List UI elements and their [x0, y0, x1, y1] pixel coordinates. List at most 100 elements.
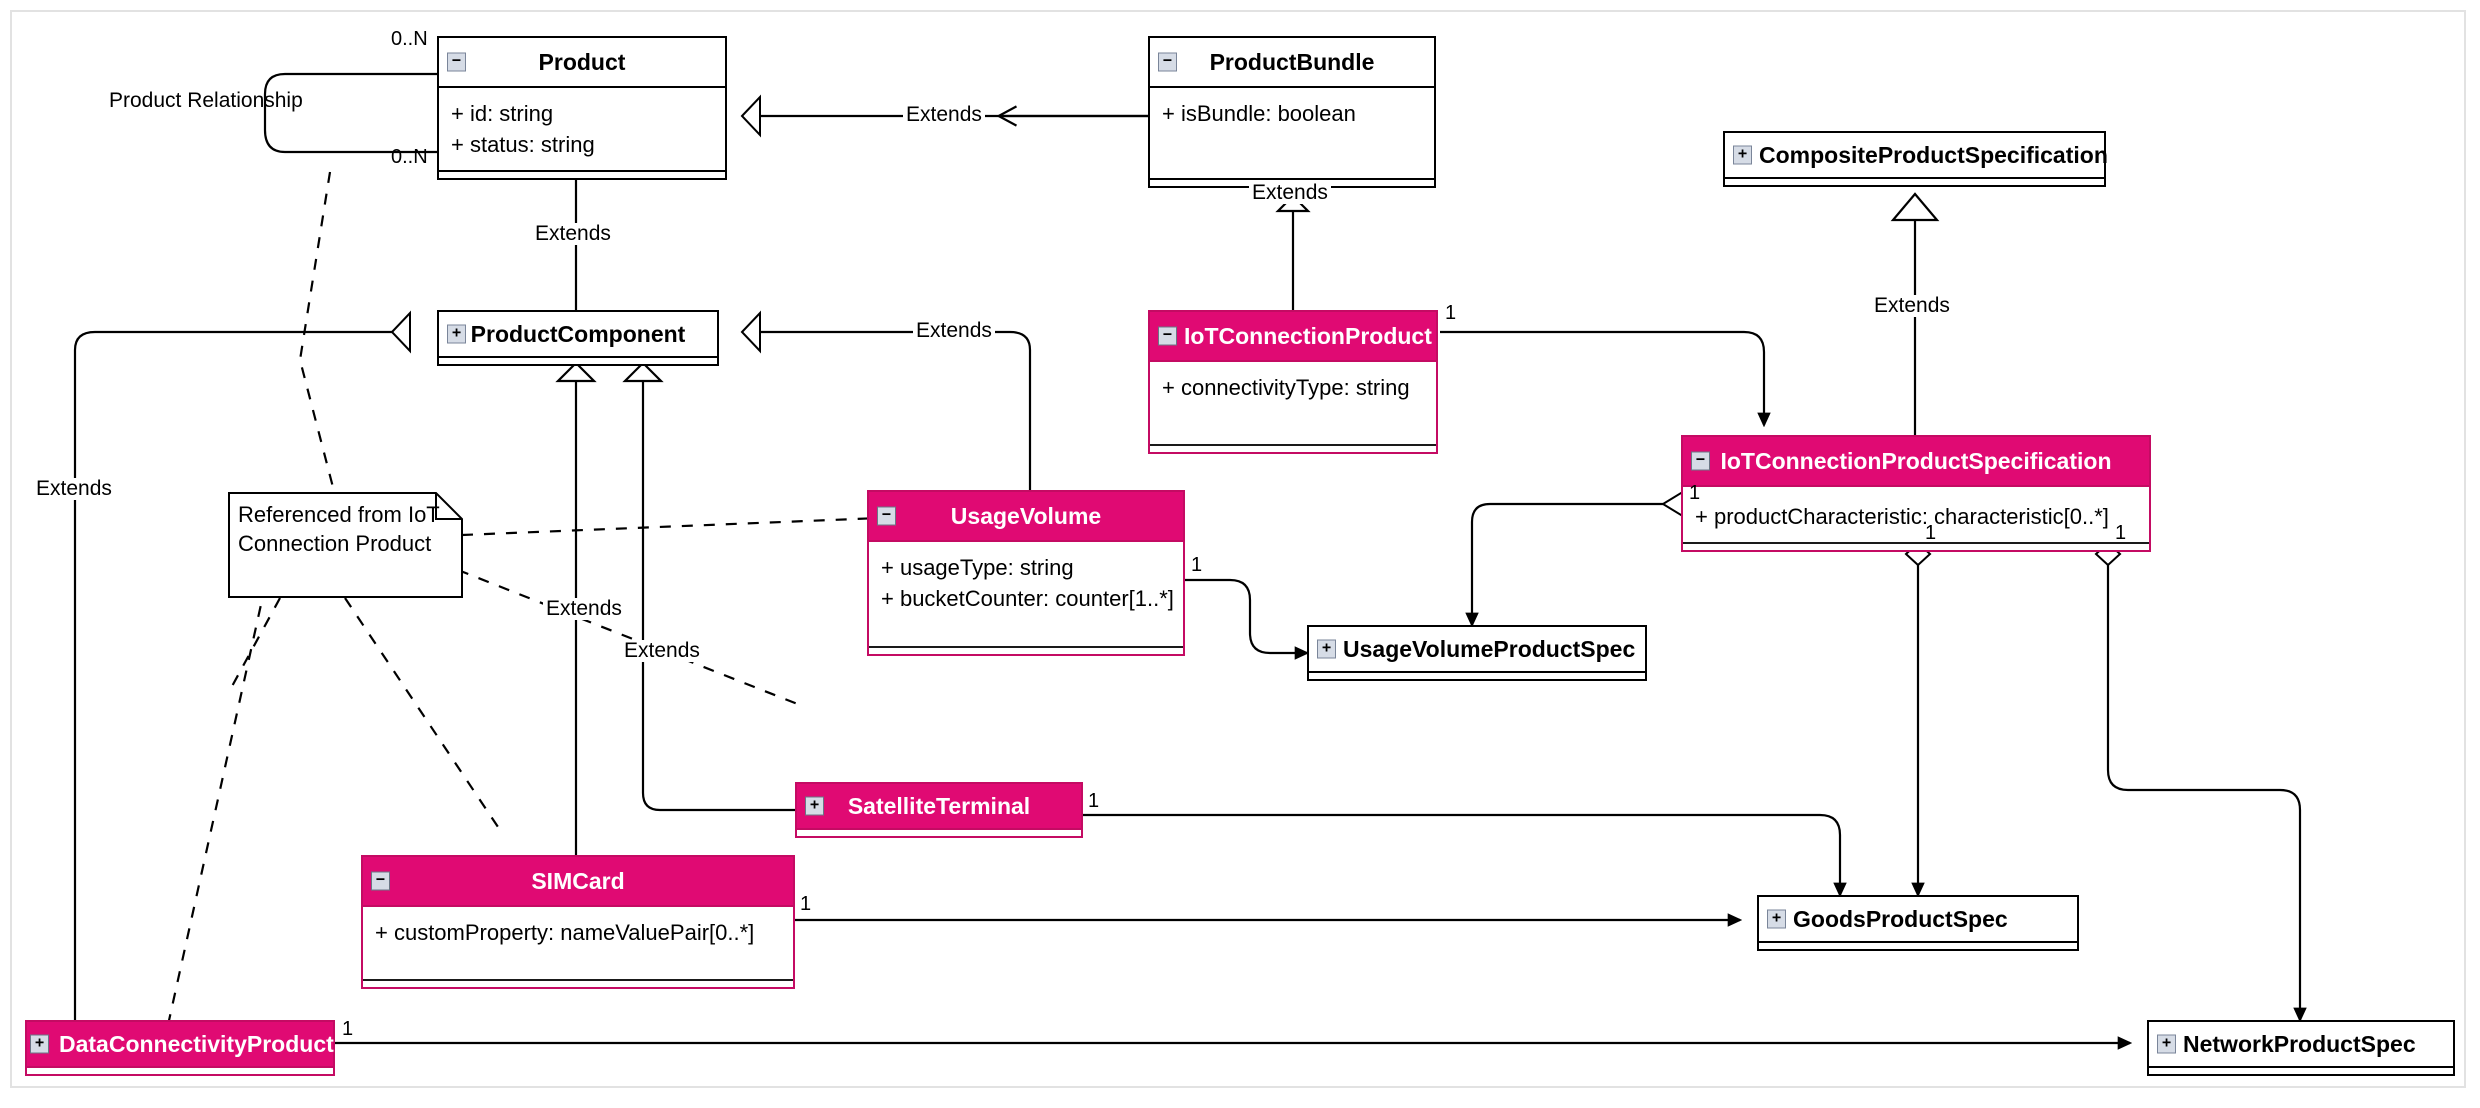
label-multiplicity-sim-card: 1 [800, 893, 812, 915]
class-footer [797, 828, 1081, 836]
class-footer [1683, 542, 2149, 550]
class-title: + DataConnectivityProduct [27, 1022, 334, 1066]
class-usage-volume-product-spec[interactable]: + UsageVolumeProductSpec [1307, 625, 1647, 681]
attribute-row: + usageType: string [881, 555, 1074, 580]
class-attributes: + isBundle: boolean [1150, 86, 1434, 178]
collapse-minus-icon[interactable]: − [1158, 326, 1177, 346]
collapse-minus-icon[interactable]: − [1691, 451, 1710, 471]
class-satellite-terminal[interactable]: + SatelliteTerminal [795, 782, 1083, 838]
label-extends-usagevolume-to-component: Extends [913, 320, 995, 342]
class-attributes: + connectivityType: string [1150, 360, 1436, 444]
label-multiplicity-data-connectivity-product: 1 [342, 1018, 354, 1040]
class-title: + CompositeProductSpecification [1725, 133, 2108, 177]
attribute-row: + status: string [451, 132, 595, 157]
class-footer [2149, 1066, 2453, 1074]
label-multiplicity-product-bottom: 0..N [391, 146, 428, 168]
note-line-1: Referenced from IoT [238, 502, 440, 527]
class-name: SatelliteTerminal [847, 793, 1031, 819]
class-title: + GoodsProductSpec [1759, 897, 2077, 941]
class-name: DataConnectivityProduct [59, 1031, 334, 1057]
expand-plus-icon[interactable]: + [1733, 145, 1752, 165]
label-extends-dataconn-to-component: Extends [33, 478, 115, 500]
label-product-relationship: Product Relationship [109, 89, 303, 112]
class-title: − ProductBundle [1150, 38, 1434, 86]
class-footer [363, 979, 793, 987]
label-extends-component-to-product: Extends [532, 223, 614, 245]
collapse-minus-icon[interactable]: − [371, 871, 390, 891]
diagram-canvas: − Product + id: string + status: string … [0, 0, 2480, 1108]
class-sim-card[interactable]: − SIMCard + customProperty: nameValuePai… [361, 855, 795, 989]
class-title: + ProductComponent [439, 312, 717, 356]
label-extends-bundle-to-product: Extends [903, 104, 985, 126]
attribute-row: + productCharacteristic: characteristic[… [1695, 504, 2109, 529]
class-footer [1309, 671, 1645, 679]
collapse-minus-icon[interactable]: − [1158, 52, 1177, 72]
label-multiplicity-iotspec-right: 1 [2115, 522, 2127, 544]
label-extends-simcard-to-component: Extends [543, 598, 625, 620]
class-usage-volume[interactable]: − UsageVolume + usageType: string + buck… [867, 490, 1185, 656]
class-product[interactable]: − Product + id: string + status: string [437, 36, 727, 180]
class-footer [869, 646, 1183, 654]
collapse-minus-icon[interactable]: − [447, 52, 466, 72]
class-attributes: + productCharacteristic: characteristic[… [1683, 485, 2149, 542]
class-name: SIMCard [531, 868, 625, 894]
class-network-product-spec[interactable]: + NetworkProductSpec [2147, 1020, 2455, 1076]
class-name: NetworkProductSpec [2183, 1031, 2416, 1057]
class-title: + NetworkProductSpec [2149, 1022, 2453, 1066]
label-multiplicity-product-top: 0..N [391, 28, 428, 50]
label-extends-satellite-to-component: Extends [621, 640, 703, 662]
label-extends-iot-to-bundle: Extends [1249, 182, 1331, 204]
class-title: − Product [439, 38, 725, 86]
class-footer [1725, 177, 2104, 185]
class-footer [1150, 444, 1436, 452]
attribute-row: + connectivityType: string [1162, 375, 1410, 400]
class-title: − IoTConnectionProduct [1150, 312, 1436, 360]
expand-plus-icon[interactable]: + [2157, 1034, 2176, 1054]
class-title: − SIMCard [363, 857, 793, 905]
class-goods-product-spec[interactable]: + GoodsProductSpec [1757, 895, 2079, 951]
attribute-row: + customProperty: nameValuePair[0..*] [375, 920, 755, 945]
class-name: UsageVolume [950, 503, 1102, 529]
note-referenced-from-iot-connection-product[interactable]: Referenced from IoT Connection Product [228, 492, 463, 598]
class-composite-product-specification[interactable]: + CompositeProductSpecification [1723, 131, 2108, 187]
class-iot-connection-product[interactable]: − IoTConnectionProduct + connectivityTyp… [1148, 310, 1438, 454]
class-name: ProductBundle [1209, 49, 1375, 75]
class-footer [439, 356, 717, 364]
expand-plus-icon[interactable]: + [1767, 909, 1786, 929]
label-multiplicity-iotspec-mid: 1 [1925, 522, 1937, 544]
expand-plus-icon[interactable]: + [30, 1034, 49, 1054]
collapse-minus-icon[interactable]: − [877, 506, 896, 526]
class-data-connectivity-product[interactable]: + DataConnectivityProduct [25, 1020, 335, 1076]
class-iot-connection-product-specification[interactable]: − IoTConnectionProductSpecification + pr… [1681, 435, 2151, 552]
expand-plus-icon[interactable]: + [447, 324, 466, 344]
class-attributes: + usageType: string + bucketCounter: cou… [869, 540, 1183, 646]
class-name: UsageVolumeProductSpec [1343, 636, 1636, 662]
label-extends-iotspec-to-composite: Extends [1871, 295, 1953, 317]
class-name: Product [538, 49, 626, 75]
note-text: Referenced from IoT Connection Product [238, 500, 453, 558]
class-name: GoodsProductSpec [1793, 906, 2008, 932]
class-title: + SatelliteTerminal [797, 784, 1081, 828]
class-name: IoTConnectionProduct [1184, 323, 1432, 349]
class-product-bundle[interactable]: − ProductBundle + isBundle: boolean [1148, 36, 1436, 188]
class-title: + UsageVolumeProductSpec [1309, 627, 1645, 671]
class-name: IoTConnectionProductSpecification [1720, 448, 2112, 474]
attribute-row: + id: string [451, 101, 554, 126]
expand-plus-icon[interactable]: + [805, 796, 824, 816]
expand-plus-icon[interactable]: + [1317, 639, 1336, 659]
class-attributes: + id: string + status: string [439, 86, 725, 170]
label-multiplicity-iot-connection-product: 1 [1445, 302, 1457, 324]
class-name: ProductComponent [470, 321, 686, 347]
class-footer [439, 170, 725, 178]
class-title: − IoTConnectionProductSpecification [1683, 437, 2149, 485]
class-title: − UsageVolume [869, 492, 1183, 540]
label-multiplicity-iotspec-left: 1 [1689, 482, 1701, 504]
class-name: CompositeProductSpecification [1759, 142, 2108, 168]
class-footer [27, 1066, 333, 1074]
attribute-row: + bucketCounter: counter[1..*] [881, 586, 1174, 611]
class-attributes: + customProperty: nameValuePair[0..*] [363, 905, 793, 979]
label-multiplicity-usage-volume: 1 [1191, 554, 1203, 576]
class-footer [1759, 941, 2077, 949]
label-multiplicity-satellite-terminal: 1 [1088, 790, 1100, 812]
class-product-component[interactable]: + ProductComponent [437, 310, 719, 366]
